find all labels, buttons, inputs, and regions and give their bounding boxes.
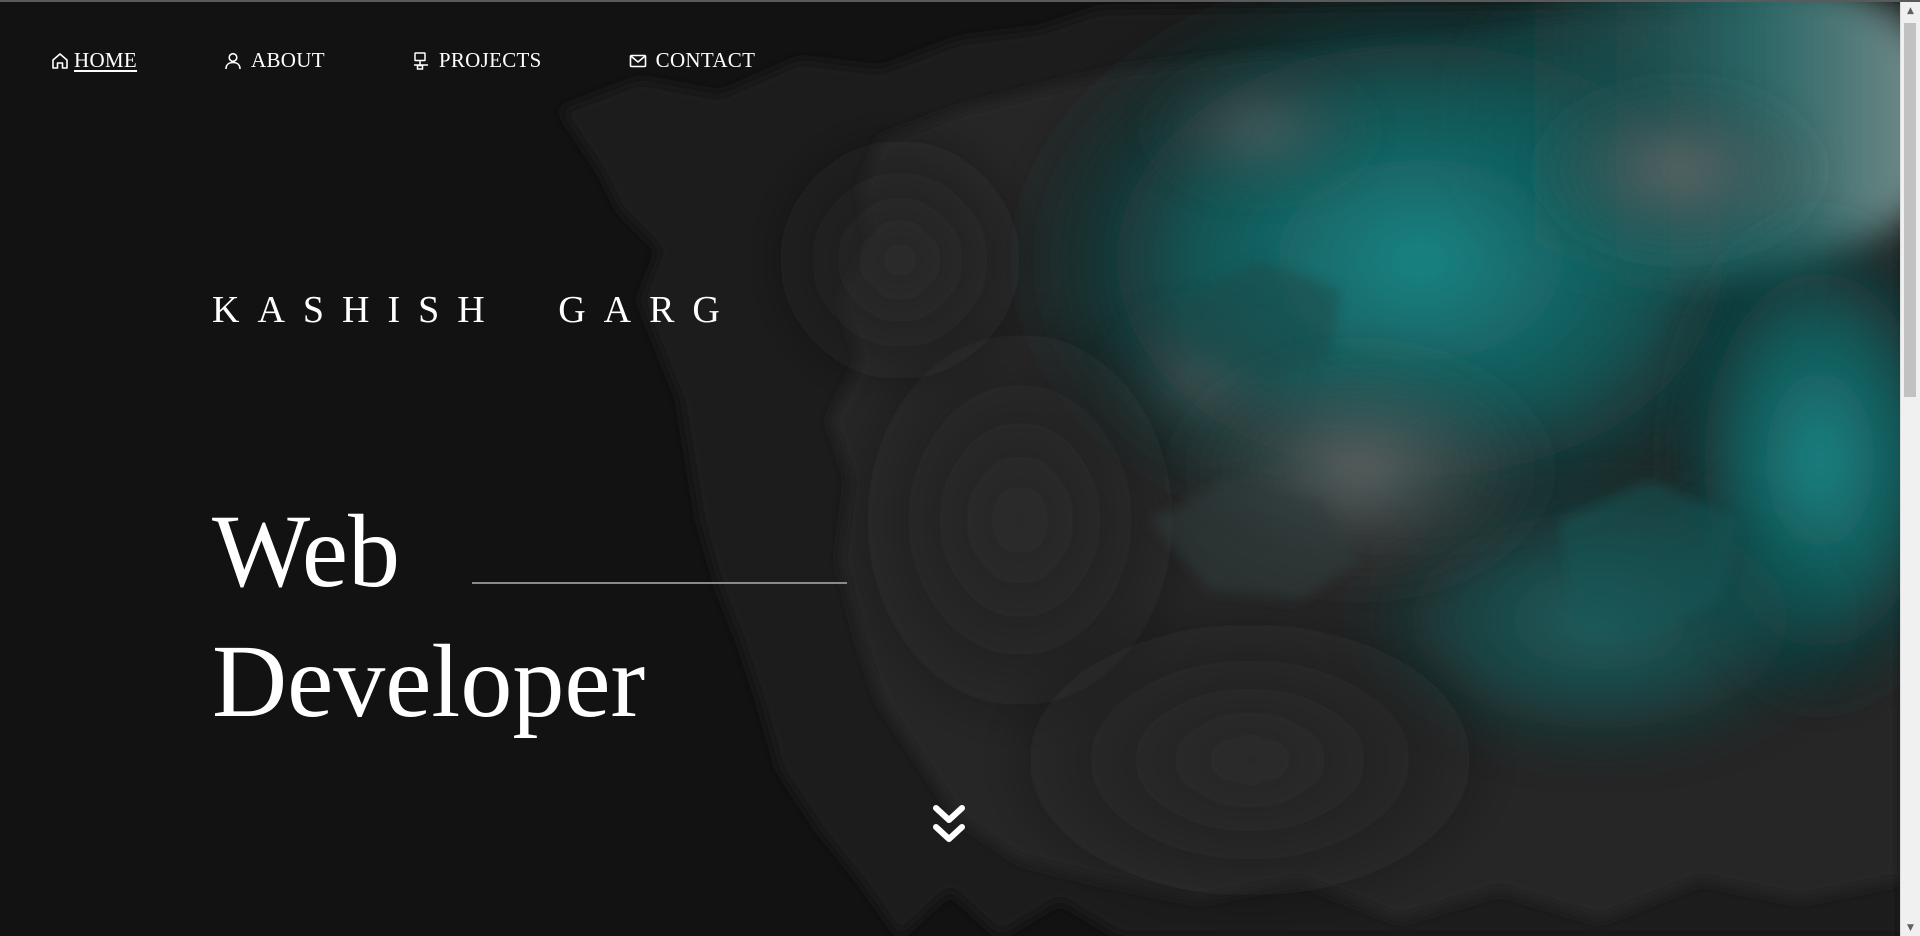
nav-home-label: HOME <box>74 48 138 72</box>
window-top-border <box>0 0 1920 2</box>
hero-title-line2: Developer <box>212 624 646 739</box>
hero-name: KASHISH GARG <box>212 289 738 331</box>
main-nav: HOME ABOUT PROJECTS CONTACT <box>50 48 755 73</box>
nav-projects-label: PROJECTS <box>438 48 542 72</box>
mail-icon <box>628 51 648 71</box>
nav-about-label: ABOUT <box>251 48 325 72</box>
nav-home-link[interactable]: HOME <box>50 48 137 73</box>
scroll-up-arrow-icon[interactable]: ▲ <box>1901 2 1920 19</box>
nav-projects-link[interactable]: PROJECTS <box>411 48 542 73</box>
double-chevron-down-icon <box>933 805 965 842</box>
hero-title-line1: Web <box>212 494 400 609</box>
user-icon <box>223 51 243 71</box>
home-icon <box>50 51 70 71</box>
network-icon <box>411 51 431 71</box>
nav-about-link[interactable]: ABOUT <box>223 48 325 73</box>
nav-contact-link[interactable]: CONTACT <box>628 48 756 73</box>
page: HOME ABOUT PROJECTS CONTACT KASHISH GARG… <box>0 0 1920 936</box>
scrollbar-thumb[interactable] <box>1904 23 1916 397</box>
scroll-down-arrow-icon[interactable]: ▼ <box>1901 919 1920 936</box>
hero-divider <box>472 582 847 584</box>
nav-contact-label: CONTACT <box>655 48 756 72</box>
scroll-down-button[interactable] <box>931 803 967 847</box>
vertical-scrollbar[interactable]: ▲ ▼ <box>1900 2 1920 936</box>
hero-background-art <box>560 0 1900 936</box>
